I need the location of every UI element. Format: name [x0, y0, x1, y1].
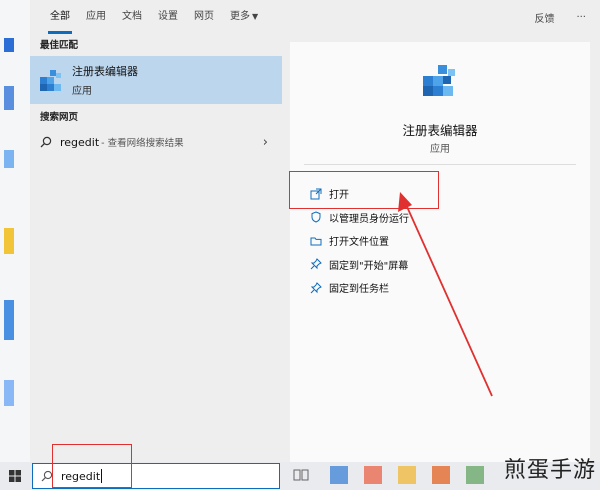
tab-settings[interactable]: 设置 [150, 0, 186, 34]
search-panel: 全部 应用 文档 设置 网页 更多 ▼ 反馈 ··· 最佳匹配 注册表编辑器 应用 [30, 0, 600, 462]
detail-kind: 应用 [430, 144, 450, 155]
windows-logo-icon [9, 470, 21, 482]
detail-pane: 注册表编辑器 应用 打开 以管理员身份运行 打开文件位置 固定到"开始"屏幕 固… [290, 42, 590, 462]
pin-icon [310, 258, 322, 270]
watermark: 煎蛋手游 [503, 458, 596, 483]
more-options-button[interactable]: ··· [576, 12, 586, 23]
feedback-button[interactable]: 反馈 [534, 10, 554, 25]
detail-title: 注册表编辑器 [402, 123, 478, 138]
desktop-edge [0, 0, 30, 462]
folder-icon [310, 237, 322, 246]
tab-apps[interactable]: 应用 [78, 0, 114, 34]
action-pin-to-taskbar[interactable]: 固定到任务栏 [310, 276, 570, 300]
web-search-item[interactable]: regedit - 查看网络搜索结果 › [30, 128, 282, 156]
shield-icon [311, 211, 321, 223]
taskbar-app-icon[interactable] [330, 466, 348, 484]
chevron-right-icon[interactable]: › [263, 135, 268, 150]
start-button[interactable] [0, 462, 30, 490]
taskbar-app-icon[interactable] [466, 466, 484, 484]
taskbar-app-icon[interactable] [364, 466, 382, 484]
pin-icon [310, 281, 322, 294]
web-search-suffix: - 查看网络搜索结果 [101, 138, 184, 149]
taskbar-app-icon[interactable] [432, 466, 450, 484]
action-run-as-admin[interactable]: 以管理员身份运行 [310, 206, 570, 230]
tab-web[interactable]: 网页 [186, 0, 222, 34]
best-match-item[interactable]: 注册表编辑器 应用 [30, 56, 282, 104]
registry-editor-icon [40, 70, 61, 91]
best-match-kind: 应用 [72, 86, 92, 97]
web-search-heading: 搜索网页 [40, 112, 79, 123]
registry-editor-large-icon [423, 65, 455, 96]
highlight-open-box [289, 171, 439, 209]
tab-documents[interactable]: 文档 [114, 0, 150, 34]
best-match-heading: 最佳匹配 [40, 40, 79, 51]
highlight-search-box [52, 444, 132, 488]
task-view-icon[interactable] [292, 466, 310, 484]
best-match-title: 注册表编辑器 [72, 65, 138, 78]
chevron-down-icon: ▼ [252, 12, 259, 21]
tab-all[interactable]: 全部 [42, 0, 78, 34]
taskbar-app-icon[interactable] [398, 466, 416, 484]
action-open-file-location[interactable]: 打开文件位置 [310, 229, 570, 253]
search-icon [40, 136, 52, 148]
divider [304, 164, 576, 165]
filter-tabs: 全部 应用 文档 设置 网页 更多 ▼ 反馈 ··· [30, 0, 600, 34]
web-search-query: regedit [60, 135, 100, 149]
tab-more[interactable]: 更多 ▼ [222, 0, 266, 34]
results-list: 最佳匹配 注册表编辑器 应用 搜索网页 regedit - 查看网络搜索结果 › [30, 36, 282, 462]
action-pin-to-start[interactable]: 固定到"开始"屏幕 [310, 253, 570, 277]
